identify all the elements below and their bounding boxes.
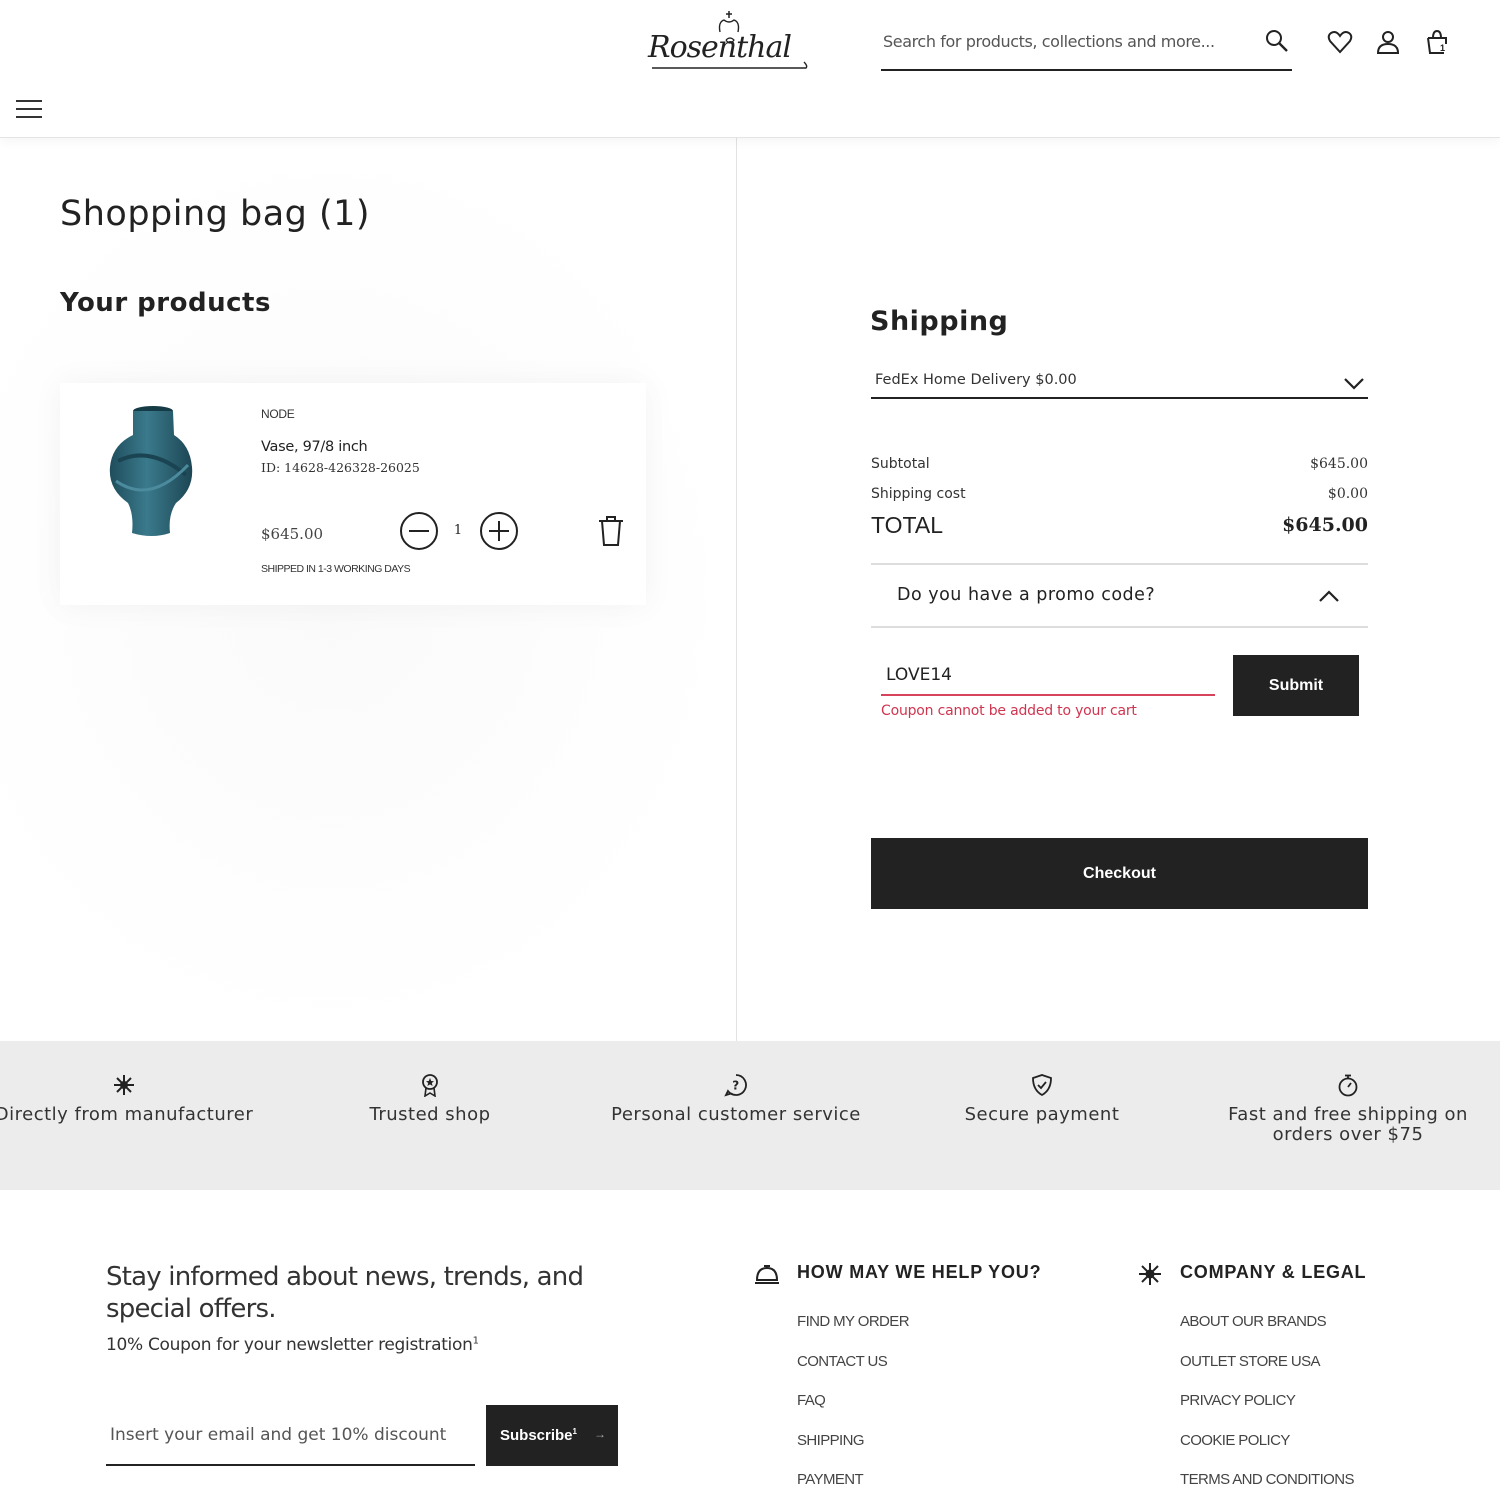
trust-item-trusted-shop: Trusted shop (280, 1073, 580, 1125)
footer-link-outlet-store[interactable]: OUTLET STORE USA (1180, 1353, 1354, 1393)
footer-link-shipping[interactable]: SHIPPING (797, 1432, 909, 1472)
product-price: $645.00 (261, 525, 324, 543)
help-links: FIND MY ORDER CONTACT US FAQ SHIPPING PA… (797, 1313, 910, 1488)
page-title: Shopping bag (1) (60, 194, 371, 234)
search-bar (881, 22, 1292, 71)
newsletter-subtitle-text: 10% Coupon for your newsletter registrat… (106, 1335, 473, 1355)
search-input[interactable] (883, 26, 1243, 56)
promo-error-message: Coupon cannot be added to your cart (881, 703, 1137, 719)
quantity-value[interactable]: 1 (447, 523, 469, 538)
promo-code-field (881, 656, 1215, 696)
trust-label: Personal customer service (611, 1104, 861, 1125)
rosenthal-logo[interactable]: Rosenthal (648, 10, 810, 76)
subtotal-value: $645.00 (1310, 456, 1368, 472)
column-divider (736, 138, 737, 1041)
shipping-method-select[interactable]: FedEx Home Delivery $0.00 (871, 366, 1368, 399)
shipping-note: SHIPPED IN 1-3 WORKING DAYS (261, 563, 411, 575)
trust-bar: Directly from manufacturer Trusted shop … (0, 1041, 1500, 1190)
decrease-quantity-button[interactable] (400, 512, 438, 550)
submit-promo-button[interactable]: Submit (1233, 655, 1359, 716)
shipping-heading: Shipping (870, 306, 1009, 337)
shipping-cost-label: Shipping cost (871, 486, 966, 502)
chevron-up-icon (1319, 590, 1339, 602)
trust-item-customer-service: ? Personal customer service (586, 1073, 886, 1125)
star-burst-icon (1139, 1263, 1161, 1285)
promo-code-toggle[interactable]: Do you have a promo code? (871, 563, 1368, 628)
trust-label: Fast and free shipping on orders over $7… (1228, 1104, 1468, 1145)
newsletter-subtitle: 10% Coupon for your newsletter registrat… (106, 1335, 479, 1355)
svg-text:?: ? (732, 1079, 739, 1093)
chevron-down-icon (1344, 378, 1364, 390)
promo-question: Do you have a promo code? (897, 585, 1156, 605)
shipping-cost-value: $0.00 (1327, 486, 1368, 502)
total-label: TOTAL (871, 512, 943, 538)
shipping-method-value: FedEx Home Delivery $0.00 (875, 372, 1077, 388)
star-burst-icon (114, 1075, 134, 1095)
trust-item-free-shipping: Fast and free shipping on orders over $7… (1198, 1073, 1498, 1145)
promo-code-input[interactable] (886, 660, 1206, 690)
newsletter-title: Stay informed about news, trends, and sp… (106, 1262, 584, 1324)
cart-item: NODE Vase, 97/8 inch ID: 14628-426328-26… (60, 383, 646, 605)
product-brand: NODE (261, 407, 295, 421)
award-icon (422, 1074, 438, 1097)
total-value: $645.00 (1282, 514, 1368, 536)
shopping-bag-button[interactable]: 1 (1424, 28, 1452, 56)
footer-link-find-my-order[interactable]: FIND MY ORDER (797, 1313, 910, 1353)
newsletter-email-field (106, 1406, 475, 1466)
footer-link-terms[interactable]: TERMS AND CONDITIONS (1180, 1471, 1354, 1488)
help-heading: HOW MAY WE HELP YOU? (797, 1262, 1042, 1282)
company-links: ABOUT OUR BRANDS OUTLET STORE USA PRIVAC… (1180, 1313, 1354, 1488)
question-chat-icon: ? (724, 1074, 747, 1097)
footer-link-privacy-policy[interactable]: PRIVACY POLICY (1180, 1392, 1354, 1432)
trust-label: Trusted shop (369, 1104, 491, 1125)
trash-icon[interactable] (596, 515, 626, 547)
checkout-button[interactable]: Checkout (871, 838, 1368, 909)
bag-count-badge: 1 (1440, 43, 1446, 53)
product-image[interactable] (104, 405, 196, 541)
footnote-marker: 1 (472, 1335, 479, 1347)
account-icon[interactable] (1374, 28, 1402, 56)
stopwatch-icon (1338, 1074, 1358, 1097)
footer-link-cookie-policy[interactable]: COOKIE POLICY (1180, 1432, 1354, 1472)
arrow-right-icon: → (594, 1427, 606, 1441)
heart-icon[interactable] (1326, 28, 1354, 56)
product-id: ID: 14628-426328-26025 (261, 460, 420, 475)
subtotal-label: Subtotal (871, 456, 930, 472)
footer-link-payment[interactable]: PAYMENT (797, 1471, 909, 1488)
search-icon[interactable] (1264, 28, 1290, 54)
trust-label: Secure payment (964, 1104, 1120, 1125)
footer-link-contact-us[interactable]: CONTACT US (797, 1353, 909, 1393)
footer-link-faq[interactable]: FAQ (797, 1392, 909, 1432)
footnote-marker: 1 (572, 1427, 577, 1436)
trust-item-manufacturer: Directly from manufacturer (0, 1073, 274, 1125)
service-bell-icon (755, 1265, 779, 1284)
company-heading: COMPANY & LEGAL (1180, 1262, 1367, 1282)
menu-icon[interactable] (16, 100, 42, 122)
subscribe-label: Subscribe (500, 1427, 573, 1444)
subscribe-button[interactable]: Subscribe1 → (486, 1405, 618, 1466)
footer-link-about-brands[interactable]: ABOUT OUR BRANDS (1180, 1313, 1354, 1353)
site-header: Rosenthal 1 (0, 0, 1500, 138)
newsletter-email-input[interactable] (110, 1420, 470, 1450)
shopping-bag-icon (1427, 29, 1447, 54)
increase-quantity-button[interactable] (480, 512, 518, 550)
products-heading: Your products (60, 288, 271, 318)
trust-item-secure-payment: Secure payment (892, 1073, 1192, 1125)
shield-check-icon (1032, 1074, 1052, 1097)
trust-label: Directly from manufacturer (0, 1104, 254, 1125)
product-name[interactable]: Vase, 97/8 inch (261, 439, 368, 455)
